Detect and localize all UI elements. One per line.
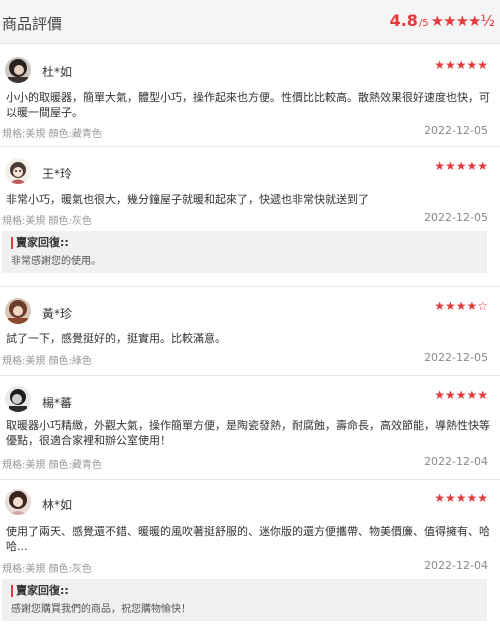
seller-reply-title: 賣家回復:: [11,585,478,597]
review-spec: 規格:美規 顏色:灰色 [2,216,92,227]
overall-rating-score: 4.8 [389,11,418,30]
review-date: 2022-12-04 [424,455,488,468]
review-spec: 規格:美規 顏色:藏青色 [2,460,102,471]
review-username: 王*玲 [42,167,73,181]
user-avatar[interactable] [5,298,31,324]
overall-rating-scale: /5 [418,18,429,29]
seller-reply: 賣家回復:: 感謝您購買我們的商品，祝您購物愉快！ [2,579,487,621]
review-item: 黃*珍 ★★★★☆ 試了一下，感覺挺好的，挺實用。比較滿意。 規格:美規 顏色:… [0,288,500,376]
review-spec: 規格:美規 顏色:藏青色 [2,129,102,140]
review-username: 杜*如 [42,65,73,79]
review-spec: 規格:美規 顏色:灰色 [2,564,92,575]
review-username: 楊*蕃 [42,396,73,410]
review-stars: ★★★★★ [434,159,488,173]
seller-reply-title: 賣家回復:: [11,237,478,249]
review-stars: ★★★★★ [434,58,488,72]
user-avatar[interactable] [5,57,31,83]
review-username: 黃*珍 [42,307,73,321]
review-date: 2022-12-05 [424,124,488,137]
review-stars: ★★★★★ [434,491,488,505]
review-username: 林*如 [42,498,73,512]
review-item: 王*玲 ★★★★★ 非常小巧，暖氣也很大，幾分鐘屋子就暖和起來了，快遞也非常快就… [0,148,500,287]
avatar-brown-hair-icon [5,298,31,324]
seller-reply-text: 非常感謝您的使用。 [11,256,101,267]
review-text: 取暖器小巧精緻，外觀大氣，操作簡單方便，是陶瓷發熱，耐腐蝕，壽命長，高效節能，導… [6,419,490,447]
review-text: 使用了兩天、感覺還不錯、暖暖的風吹著挺舒服的、迷你版的還方便攜帶、物美價廉、值得… [6,525,490,553]
avatar-girl-icon [5,489,31,515]
overall-rating-stars: ★★★★½ [430,12,495,30]
review-item: 杜*如 ★★★★★ 小小的取暖器，簡單大氣，體型小巧，操作起來也方便。性價比比較… [0,45,500,147]
user-avatar[interactable] [5,158,31,184]
user-avatar[interactable] [5,489,31,515]
review-date: 2022-12-04 [424,559,488,572]
reviews-title: 商品評價 [2,15,63,33]
review-stars-empty: ☆ [477,299,488,313]
user-avatar[interactable] [5,386,31,412]
review-item: 林*如 ★★★★★ 使用了兩天、感覺還不錯、暖暖的風吹著挺舒服的、迷你版的還方便… [0,481,500,625]
reviews-header: 商品評價 4.8 /5 ★★★★½ [0,0,500,44]
avatar-cartoon-icon [5,158,31,184]
review-text: 試了一下，感覺挺好的，挺實用。比較滿意。 [6,332,226,345]
review-stars: ★★★★★ [434,388,488,402]
review-stars-filled: ★★★★ [434,299,478,313]
avatar-dark-hair-icon [5,57,31,83]
seller-reply: 賣家回復:: 非常感謝您的使用。 [2,231,487,273]
review-date: 2022-12-05 [424,351,488,364]
review-date: 2022-12-05 [424,211,488,224]
overall-rating: 4.8 /5 ★★★★½ [389,11,495,30]
avatar-bw-portrait-icon [5,386,31,412]
seller-reply-text: 感謝您購買我們的商品，祝您購物愉快！ [11,604,191,615]
review-stars: ★★★★☆ [434,299,488,313]
review-spec: 規格:美規 顏色:綠色 [2,356,92,367]
review-text: 非常小巧，暖氣也很大，幾分鐘屋子就暖和起來了，快遞也非常快就送到了 [6,193,369,206]
review-text: 小小的取暖器，簡單大氣，體型小巧，操作起來也方便。性價比比較高。散熱效果很好速度… [6,91,490,119]
review-item: 楊*蕃 ★★★★★ 取暖器小巧精緻，外觀大氣，操作簡單方便，是陶瓷發熱，耐腐蝕，… [0,377,500,480]
